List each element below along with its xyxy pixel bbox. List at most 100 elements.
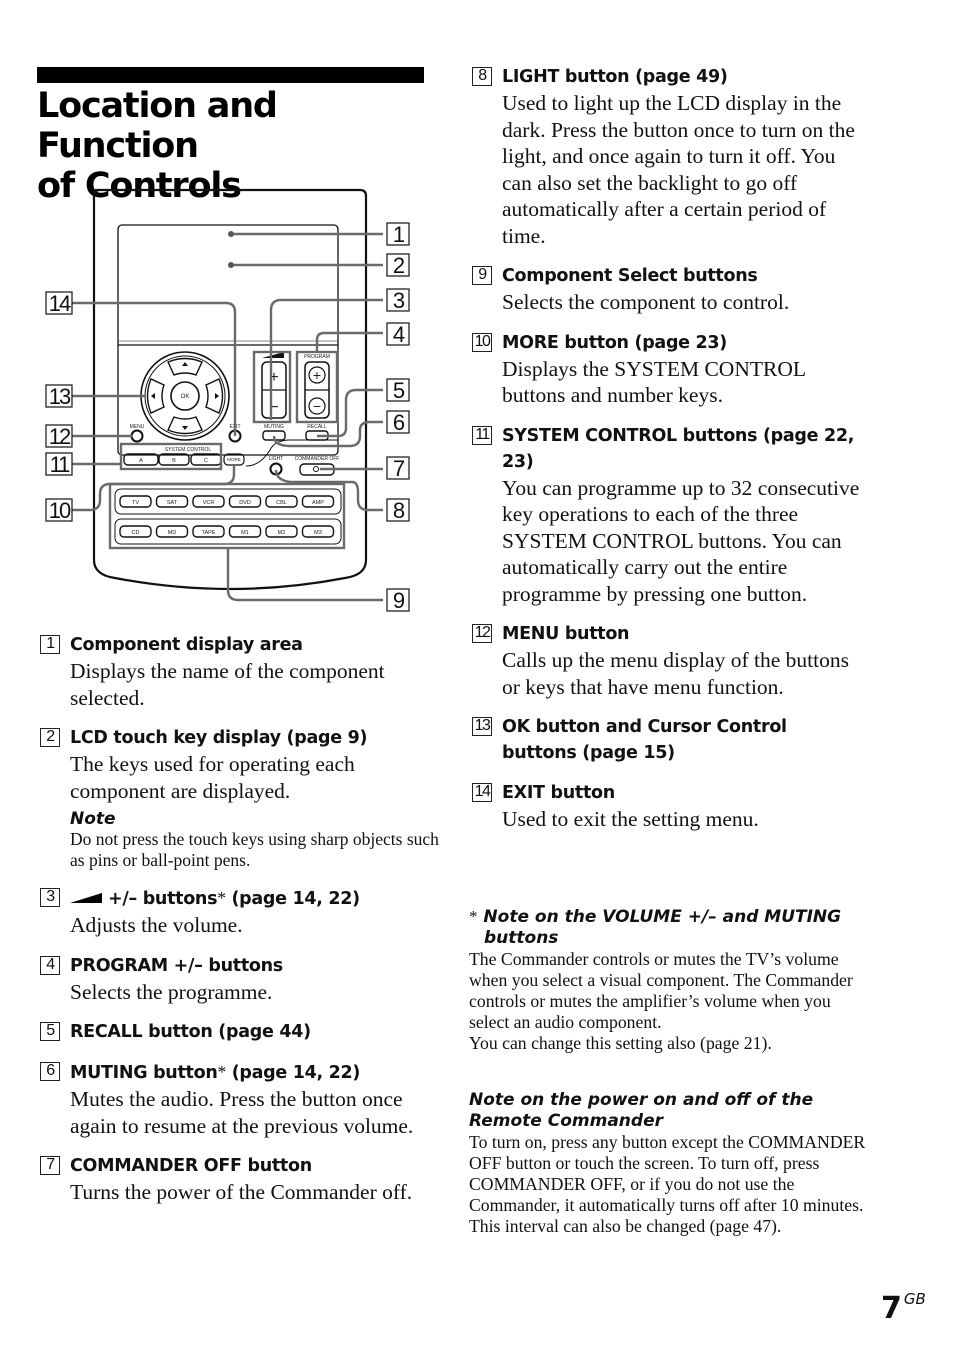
svg-text:6: 6 — [393, 410, 405, 435]
item-desc: The keys used for operating each compone… — [70, 752, 355, 803]
more-label: MORE — [227, 457, 241, 462]
svg-text:9: 9 — [393, 588, 405, 613]
component-label: DVD — [239, 500, 251, 506]
component-label: AMP — [312, 500, 324, 506]
svg-text:2: 2 — [393, 253, 405, 278]
page-number-value: 7 — [881, 1291, 902, 1326]
item-10: 10 MORE button (page 23) Displays the SY… — [472, 330, 864, 409]
callout-5: 5 — [386, 378, 410, 403]
note-heading: Note — [70, 809, 116, 829]
cursor-down-icon — [182, 426, 188, 430]
item-5: 5 RECALL button (page 44) — [40, 1019, 440, 1045]
sys-c-label: C — [204, 458, 208, 464]
item-heading: EXIT button — [502, 783, 615, 803]
svg-text:14: 14 — [49, 291, 71, 316]
item-14: 14 EXIT button Used to exit the setting … — [472, 780, 864, 833]
item-heading: Component Select buttons — [502, 266, 758, 286]
volume-ramp-icon — [70, 893, 102, 903]
svg-text:4: 4 — [393, 322, 405, 347]
item-2: 2 LCD touch key display (page 9) The key… — [40, 725, 440, 871]
item-number: 13 — [472, 717, 492, 736]
item-13: 13 OK button and Cursor Control buttons … — [472, 714, 864, 766]
page-title-line1: Location and Function — [37, 86, 278, 166]
component-label: CBL — [276, 500, 287, 506]
item-3: 3 +/– buttons* (page 14, 22) Adjusts the… — [40, 885, 440, 939]
page-suffix: GB — [903, 1290, 926, 1308]
footnote-heading: Note on the power on and off of the Remo… — [469, 1090, 814, 1131]
item-8: 8 LIGHT button (page 49) Used to light u… — [472, 64, 864, 249]
commander-off-label: COMMANDER OFF — [295, 456, 340, 462]
item-desc: Used to light up the LCD display in the … — [502, 91, 855, 248]
item-1: 1 Component display area Displays the na… — [40, 632, 440, 711]
svg-text:11: 11 — [50, 452, 71, 477]
page-number: 7 GB — [881, 1290, 926, 1326]
item-7: 7 COMMANDER OFF button Turns the power o… — [40, 1153, 440, 1206]
component-label: VCR — [203, 500, 215, 506]
light-label: LIGHT — [269, 456, 284, 462]
item-heading: OK button and Cursor Control buttons (pa… — [502, 717, 787, 763]
svg-text:13: 13 — [49, 384, 71, 409]
heading-text: +/– buttons — [108, 889, 218, 909]
item-number: 8 — [472, 67, 492, 86]
callout-6: 6 — [386, 410, 410, 435]
item-number: 2 — [40, 728, 60, 747]
item-desc: You can programme up to 32 consecutive k… — [502, 475, 860, 606]
component-label: M3 — [314, 530, 322, 536]
item-number: 11 — [472, 425, 492, 445]
heading-pages: (page 14, 22) — [225, 889, 360, 909]
callout-3: 3 — [386, 288, 410, 313]
item-number: 6 — [40, 1062, 60, 1081]
ok-label: OK — [181, 394, 190, 400]
footnote-heading-text: Note on the VOLUME +/– and MUTING button… — [483, 907, 842, 948]
right-column: 8 LIGHT button (page 49) Used to light u… — [472, 64, 864, 847]
lcd-screen — [117, 224, 339, 456]
heading-text: MUTING button — [70, 1063, 218, 1083]
callout-2: 2 — [386, 253, 410, 278]
item-number: 9 — [472, 266, 492, 285]
component-label: M2 — [278, 530, 286, 536]
sys-b-label: B — [172, 458, 176, 464]
asterisk: * — [469, 907, 478, 926]
svg-text:1: 1 — [393, 222, 405, 247]
item-desc: Adjusts the volume. — [70, 913, 243, 937]
item-desc: Turns the power of the Commander off. — [70, 1180, 413, 1204]
item-number: 14 — [472, 783, 492, 802]
item-9: 9 Component Select buttons Selects the c… — [472, 263, 864, 316]
heading-pages: (page 14, 22) — [225, 1063, 361, 1083]
menu-button — [130, 429, 144, 443]
item-desc: Calls up the menu display of the buttons… — [502, 648, 849, 699]
svg-text:8: 8 — [393, 498, 405, 523]
footnote-heading: * Note on the VOLUME +/– and MUTING butt… — [469, 906, 869, 949]
callout-4: 4 — [386, 322, 410, 347]
item-desc: Used to exit the setting menu. — [502, 807, 759, 831]
svg-text:7: 7 — [393, 456, 405, 481]
callout-12: 12 — [45, 424, 73, 449]
svg-text:3: 3 — [393, 288, 405, 313]
item-heading: LIGHT button (page 49) — [502, 67, 728, 87]
system-control-label: SYSTEM CONTROL — [165, 447, 212, 453]
prog-minus: − — [313, 398, 321, 414]
menu-label: MENU — [130, 424, 145, 430]
item-number: 7 — [40, 1156, 60, 1175]
footnote-body: To turn on, press any button except the … — [469, 1132, 866, 1236]
item-desc: Mutes the audio. Press the button once a… — [70, 1087, 414, 1138]
item-4: 4 PROGRAM +/– buttons Selects the progra… — [40, 953, 440, 1006]
item-6: 6 MUTING button* (page 14, 22) Mutes the… — [40, 1059, 440, 1139]
footnote-power: Note on the power on and off of the Remo… — [469, 1090, 869, 1237]
item-desc: Selects the programme. — [70, 979, 273, 1004]
asterisk: * — [217, 1062, 226, 1082]
cursor-right-icon — [215, 393, 219, 399]
note-body: Do not press the touch keys using sharp … — [70, 829, 439, 870]
footnote-body-2: You can change this setting also (page 2… — [469, 1033, 772, 1053]
left-column: 1 Component display area Displays the na… — [40, 632, 440, 1220]
cursor-left-icon — [151, 393, 155, 399]
component-label: CD — [132, 530, 140, 536]
title-rule — [37, 67, 424, 83]
footnote-volume-muting: * Note on the VOLUME +/– and MUTING butt… — [469, 906, 869, 1054]
component-label: MD — [168, 530, 177, 536]
item-heading: MORE button (page 23) — [502, 332, 727, 353]
program-label: PROGRAM — [304, 354, 330, 360]
item-heading: MUTING button* (page 14, 22) — [70, 1059, 440, 1086]
item-number: 1 — [40, 635, 60, 654]
asterisk: * — [217, 888, 226, 908]
